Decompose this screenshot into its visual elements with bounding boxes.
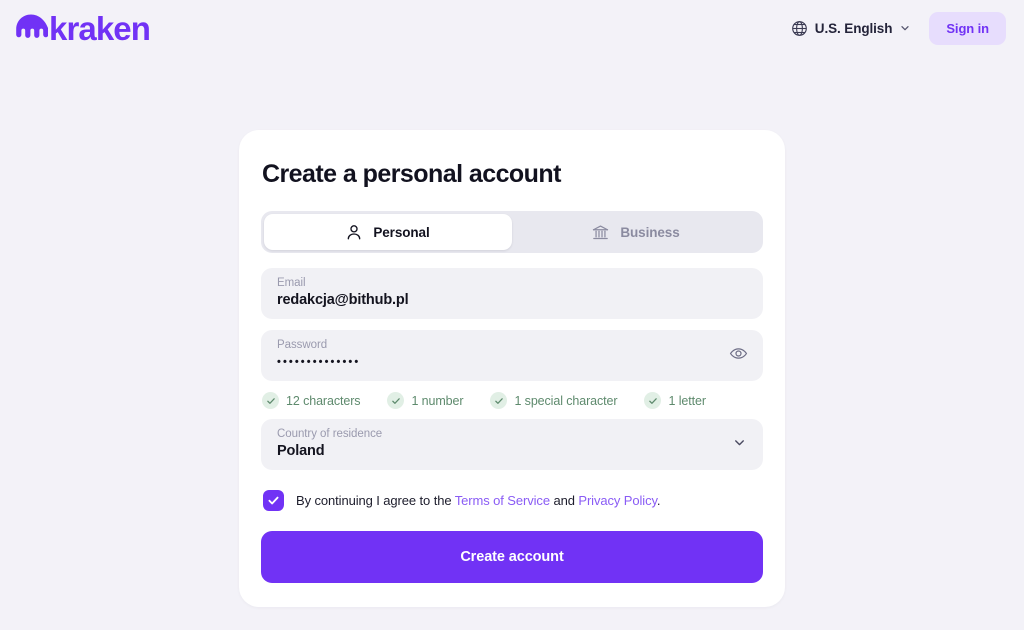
chevron-down-icon[interactable] bbox=[732, 435, 747, 455]
consent-prefix: By continuing I agree to the bbox=[296, 493, 455, 508]
email-label: Email bbox=[277, 277, 306, 289]
country-of-residence-select[interactable]: Country of residence Poland bbox=[261, 419, 763, 470]
consent-conjunction: and bbox=[549, 493, 579, 508]
email-field[interactable]: Email redakcja@bithub.pl bbox=[261, 268, 763, 319]
page-header: kraken U.S. English Sign in bbox=[0, 0, 1024, 56]
country-selected-value: Poland bbox=[277, 443, 325, 459]
create-account-button[interactable]: Create account bbox=[261, 531, 763, 583]
eye-icon[interactable] bbox=[729, 344, 748, 368]
chevron-down-icon bbox=[899, 22, 911, 34]
kraken-octopus-icon bbox=[14, 13, 48, 43]
person-icon bbox=[346, 224, 362, 241]
password-input-value[interactable]: •••••••••••••• bbox=[277, 352, 747, 373]
sign-in-button[interactable]: Sign in bbox=[929, 11, 1006, 45]
page-title: Create a personal account bbox=[262, 160, 561, 188]
check-icon bbox=[387, 392, 405, 409]
email-input-value[interactable]: redakcja@bithub.pl bbox=[277, 290, 747, 310]
country-label: Country of residence bbox=[277, 428, 383, 440]
password-rule-label: 1 number bbox=[411, 393, 464, 408]
globe-icon bbox=[791, 20, 808, 37]
password-rule-label: 1 letter bbox=[668, 393, 706, 408]
password-rule-label: 1 special character bbox=[514, 393, 618, 408]
tab-business[interactable]: Business bbox=[512, 214, 760, 250]
consent-suffix: . bbox=[656, 493, 661, 508]
tab-business-label: Business bbox=[620, 224, 680, 240]
page-content: Create a personal account Personal Busin… bbox=[0, 56, 1024, 607]
password-rule-label: 12 characters bbox=[286, 393, 361, 408]
account-type-tabs: Personal Business bbox=[261, 211, 763, 253]
password-label: Password bbox=[277, 339, 328, 351]
password-rule: 1 number bbox=[387, 392, 464, 409]
check-icon bbox=[644, 392, 662, 409]
kraken-logo[interactable]: kraken bbox=[14, 9, 151, 47]
language-selector[interactable]: U.S. English bbox=[787, 16, 916, 41]
password-field[interactable]: Password •••••••••••••• bbox=[261, 330, 763, 381]
tab-personal[interactable]: Personal bbox=[264, 214, 512, 250]
terms-checkbox[interactable] bbox=[263, 490, 284, 511]
password-rule: 1 special character bbox=[490, 392, 618, 409]
tab-personal-label: Personal bbox=[373, 224, 430, 240]
terms-of-service-link[interactable]: Terms of Service bbox=[455, 493, 550, 508]
check-icon bbox=[262, 392, 279, 409]
consent-text: By continuing I agree to the Terms of Se… bbox=[296, 493, 661, 508]
signup-card: Create a personal account Personal Busin… bbox=[239, 130, 785, 607]
language-label: U.S. English bbox=[814, 20, 893, 36]
bank-icon bbox=[592, 224, 609, 241]
header-actions: U.S. English Sign in bbox=[787, 11, 1006, 45]
privacy-policy-link[interactable]: Privacy Policy bbox=[578, 493, 657, 508]
kraken-wordmark: kraken bbox=[49, 9, 151, 47]
check-icon bbox=[490, 392, 508, 409]
password-rule: 1 letter bbox=[644, 392, 706, 409]
password-rule: 12 characters bbox=[262, 392, 361, 409]
terms-consent-row: By continuing I agree to the Terms of Se… bbox=[263, 490, 763, 511]
password-requirements: 12 characters 1 number 1 special charact… bbox=[262, 392, 763, 409]
